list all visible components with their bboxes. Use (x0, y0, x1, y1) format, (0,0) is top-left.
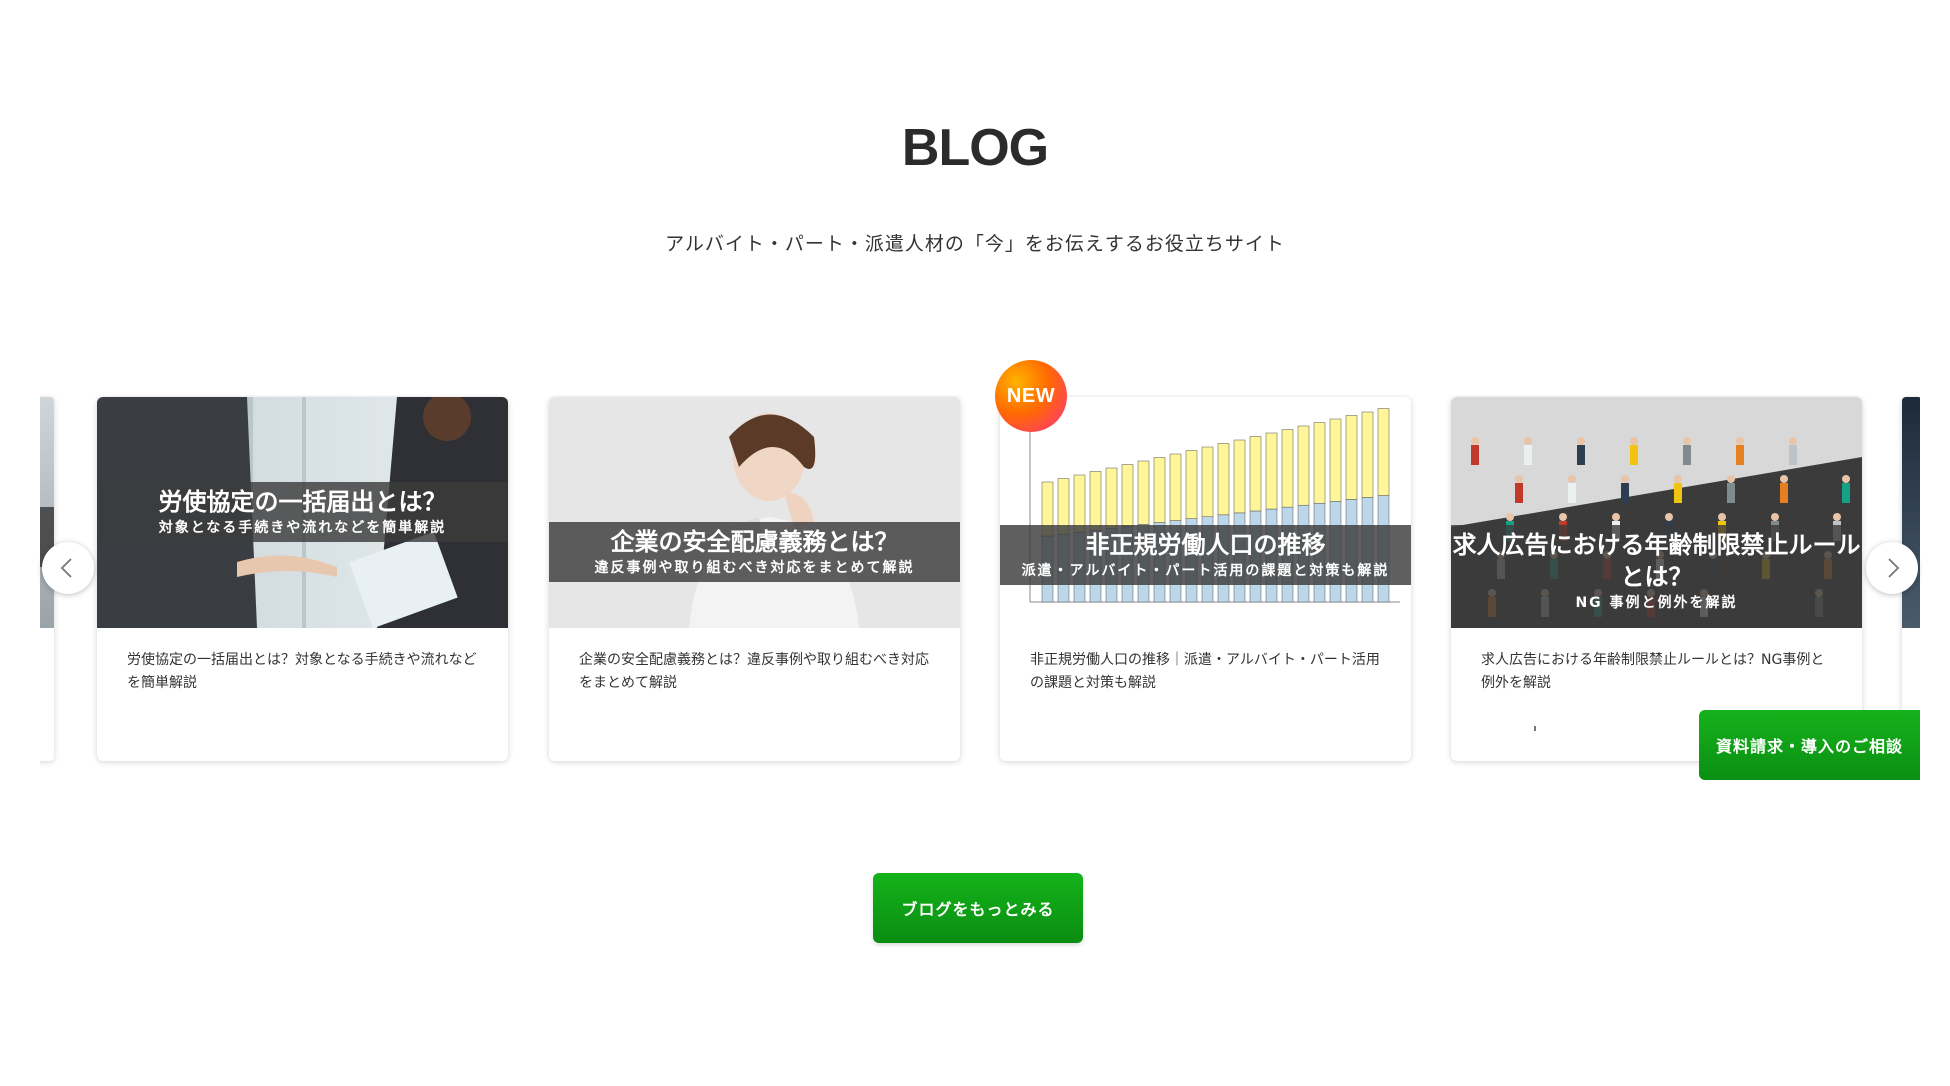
carousel-prev-button[interactable] (42, 542, 94, 594)
carousel-next-button[interactable] (1866, 542, 1918, 594)
blog-card-1-image: 労使協定の一括届出とは？ 対象となる手続きや流れなどを簡単解説 (97, 397, 508, 628)
blog-card-3-overlay-title: 非正規労働人口の推移 (1085, 531, 1326, 559)
blog-card-3[interactable]: 非正規労働人口の推移 派遣・アルバイト・パート活用の課題と対策も解説 非正規労働… (1000, 397, 1411, 761)
chevron-left-icon (60, 558, 72, 578)
blog-card-4-overlay-sub: NG 事例と例外を解説 (1575, 595, 1738, 611)
cursor-marker (1534, 726, 1536, 731)
blog-card-2-overlay-title: 企業の安全配慮義務とは？ (610, 528, 899, 556)
blog-card-3-caption[interactable]: 非正規労働人口の推移｜派遣・アルバイト・パート活用の課題と対策も解説 (1030, 649, 1382, 695)
blog-card-4-overlay-title: 求人広告における年齢制限禁止ルールとは？ (1452, 531, 1861, 591)
blog-title: BLOG (901, 119, 1049, 177)
blog-card-4-image: 求人広告における年齢制限禁止ルールとは？ NG 事例と例外を解説 (1451, 397, 1862, 628)
blog-card-2-caption[interactable]: 企業の安全配慮義務とは？違反事例や取り組むべき対応をまとめて解説 (579, 649, 931, 695)
blog-card-4-caption[interactable]: 求人広告における年齢制限禁止ルールとは？NG事例と例外を解説 (1481, 649, 1833, 695)
blog-carousel: 労使協定の一括届出とは？ 対象となる手続きや流れなどを簡単解説 労使協定の一括届… (40, 395, 1920, 770)
chevron-right-icon (1888, 558, 1900, 578)
blog-more-button[interactable]: ブログをもっとみる (873, 873, 1083, 943)
blog-card-4[interactable]: 求人広告における年齢制限禁止ルールとは？ NG 事例と例外を解説 求人広告におけ… (1451, 397, 1862, 761)
blog-card-1-caption[interactable]: 労使協定の一括届出とは？対象となる手続きや流れなどを簡単解説 (127, 649, 479, 695)
new-badge: NEW (995, 360, 1067, 432)
blog-card-2-image: 企業の安全配慮義務とは？ 違反事例や取り組むべき対応をまとめて解説 (549, 397, 960, 628)
blog-card-3-overlay-sub: 派遣・アルバイト・パート活用の課題と対策も解説 (1021, 563, 1390, 579)
blog-card-1-overlay-sub: 対象となる手続きや流れなどを簡単解説 (158, 520, 447, 536)
blog-subtitle: アルバイト・パート・派遣人材の「今」をお伝えするお役立ちサイト (665, 233, 1285, 255)
contact-cta-button[interactable]: 資料請求・導入のご相談 (1699, 710, 1920, 780)
blog-card-2[interactable]: 企業の安全配慮義務とは？ 違反事例や取り組むべき対応をまとめて解説 企業の安全配… (549, 397, 960, 761)
blog-card-3-image: 非正規労働人口の推移 派遣・アルバイト・パート活用の課題と対策も解説 (1000, 397, 1411, 628)
blog-card-1[interactable]: 労使協定の一括届出とは？ 対象となる手続きや流れなどを簡単解説 労使協定の一括届… (97, 397, 508, 761)
blog-card-2-overlay-sub: 違反事例や取り組むべき対応をまとめて解説 (594, 560, 915, 576)
blog-card-1-overlay-title: 労使協定の一括届出とは？ (158, 488, 447, 516)
